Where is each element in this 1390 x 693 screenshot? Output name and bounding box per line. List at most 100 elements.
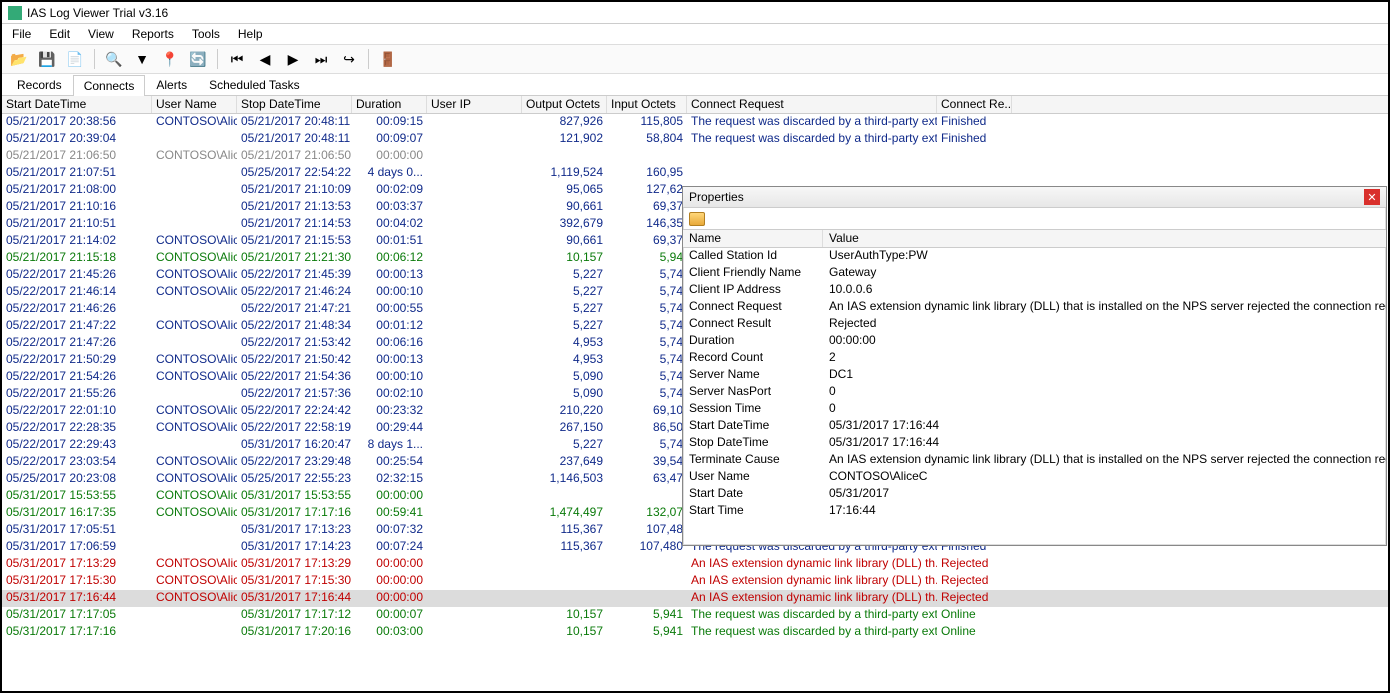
property-row[interactable]: Server NameDC1 [683,367,1386,384]
property-row[interactable]: User NameCONTOSO\AliceC [683,469,1386,486]
tab-alerts[interactable]: Alerts [145,74,198,95]
cell-out: 121,902 [522,131,607,148]
cell-in: 146,35 [607,216,687,233]
cell-in: 69,37 [607,199,687,216]
cell-out: 4,953 [522,335,607,352]
cell-dur: 00:06:12 [352,250,427,267]
cell-out: 5,227 [522,437,607,454]
properties-body[interactable]: Called Station IdUserAuthType:PWClient F… [683,248,1386,544]
cell-user: CONTOSO\AliceC [152,471,237,488]
property-row[interactable]: Start Time17:16:44 [683,503,1386,520]
table-row[interactable]: 05/31/2017 17:15:30CONTOSO\AliceC05/31/2… [2,573,1388,590]
table-row[interactable]: 05/31/2017 17:17:0505/31/2017 17:17:1200… [2,607,1388,624]
table-row[interactable]: 05/31/2017 17:16:44CONTOSO\AliceC05/31/2… [2,590,1388,607]
tab-connects[interactable]: Connects [73,75,146,96]
cell-user: CONTOSO\AliceC [152,233,237,250]
property-row[interactable]: Server NasPort0 [683,384,1386,401]
redo-icon[interactable]: ↪ [338,49,360,69]
properties-col-name[interactable]: Name [683,230,823,247]
first-icon[interactable]: ⏮ [226,49,248,69]
col-stop[interactable]: Stop DateTime [237,96,352,113]
cell-start: 05/31/2017 17:15:30 [2,573,152,590]
properties-title: Properties [689,190,744,204]
cell-stop: 05/22/2017 21:53:42 [237,335,352,352]
sheet-icon[interactable]: 📄 [64,49,86,69]
col-dur[interactable]: Duration [352,96,427,113]
cell-ip [427,471,522,488]
open-icon[interactable]: 📂 [8,49,30,69]
cell-dur: 00:00:00 [352,590,427,607]
menu-tools[interactable]: Tools [190,26,222,42]
property-name: Client Friendly Name [683,265,823,282]
menu-edit[interactable]: Edit [47,26,72,42]
property-row[interactable]: Connect ResultRejected [683,316,1386,333]
cell-in: 5,941 [607,624,687,641]
cell-dur: 00:00:00 [352,556,427,573]
property-row[interactable]: Client IP Address10.0.0.6 [683,282,1386,299]
table-row[interactable]: 05/21/2017 21:07:5105/25/2017 22:54:224 … [2,165,1388,182]
property-row[interactable]: Record Count2 [683,350,1386,367]
property-row[interactable]: Connect RequestAn IAS extension dynamic … [683,299,1386,316]
cell-res: Online [937,624,1012,641]
filter-icon[interactable]: ▼ [131,49,153,69]
property-row[interactable]: Client Friendly NameGateway [683,265,1386,282]
cell-in: 5,74 [607,335,687,352]
table-row[interactable]: 05/21/2017 21:06:50CONTOSO\AliceC05/21/2… [2,148,1388,165]
prev-icon[interactable]: ◀ [254,49,276,69]
pin-icon[interactable]: 📍 [159,49,181,69]
cell-dur: 00:00:55 [352,301,427,318]
properties-titlebar[interactable]: Properties ✕ [683,187,1386,208]
properties-col-value[interactable]: Value [823,230,1386,247]
cell-stop: 05/21/2017 20:48:11 [237,114,352,131]
cell-out [522,556,607,573]
property-row[interactable]: Stop DateTime05/31/2017 17:16:44 [683,435,1386,452]
tab-scheduled-tasks[interactable]: Scheduled Tasks [198,74,311,95]
next-icon[interactable]: ▶ [282,49,304,69]
col-start[interactable]: Start DateTime [2,96,152,113]
exit-icon[interactable]: 🚪 [377,49,399,69]
cell-dur: 00:02:10 [352,386,427,403]
cell-start: 05/22/2017 21:55:26 [2,386,152,403]
cell-in: 160,95 [607,165,687,182]
refresh-icon[interactable]: 🔄 [187,49,209,69]
property-row[interactable]: Called Station IdUserAuthType:PW [683,248,1386,265]
menu-file[interactable]: File [10,26,33,42]
property-value: An IAS extension dynamic link library (D… [823,299,1386,316]
menu-reports[interactable]: Reports [130,26,176,42]
properties-tool-icon[interactable] [689,212,705,226]
property-row[interactable]: Duration00:00:00 [683,333,1386,350]
search-icon[interactable]: 🔍 [103,49,125,69]
col-ip[interactable]: User IP [427,96,522,113]
cell-start: 05/21/2017 21:07:51 [2,165,152,182]
table-row[interactable]: 05/21/2017 20:38:56CONTOSO\AliceC05/21/2… [2,114,1388,131]
cell-start: 05/22/2017 22:29:43 [2,437,152,454]
col-req[interactable]: Connect Request [687,96,937,113]
menu-view[interactable]: View [86,26,116,42]
tab-records[interactable]: Records [6,74,73,95]
cell-ip [427,233,522,250]
property-row[interactable]: Start DateTime05/31/2017 17:16:44 [683,418,1386,435]
table-row[interactable]: 05/31/2017 17:13:29CONTOSO\AliceC05/31/2… [2,556,1388,573]
cell-in: 132,07 [607,505,687,522]
last-icon[interactable]: ⏭ [310,49,332,69]
col-user[interactable]: User Name [152,96,237,113]
cell-stop: 05/22/2017 21:45:39 [237,267,352,284]
col-in[interactable]: Input Octets [607,96,687,113]
cell-stop: 05/22/2017 21:54:36 [237,369,352,386]
close-icon[interactable]: ✕ [1364,189,1380,205]
menu-help[interactable]: Help [236,26,265,42]
table-row[interactable]: 05/21/2017 20:39:0405/21/2017 20:48:1100… [2,131,1388,148]
cell-out: 1,474,497 [522,505,607,522]
cell-in: 86,50 [607,420,687,437]
property-row[interactable]: Start Date05/31/2017 [683,486,1386,503]
col-res[interactable]: Connect Re... [937,96,1012,113]
save-icon[interactable]: 💾 [36,49,58,69]
property-value: An IAS extension dynamic link library (D… [823,452,1386,469]
table-row[interactable]: 05/31/2017 17:17:1605/31/2017 17:20:1600… [2,624,1388,641]
cell-user: CONTOSO\AliceC [152,420,237,437]
col-out[interactable]: Output Octets [522,96,607,113]
property-row[interactable]: Terminate CauseAn IAS extension dynamic … [683,452,1386,469]
property-row[interactable]: Session Time0 [683,401,1386,418]
cell-res: Rejected [937,556,1012,573]
cell-req [687,165,937,182]
